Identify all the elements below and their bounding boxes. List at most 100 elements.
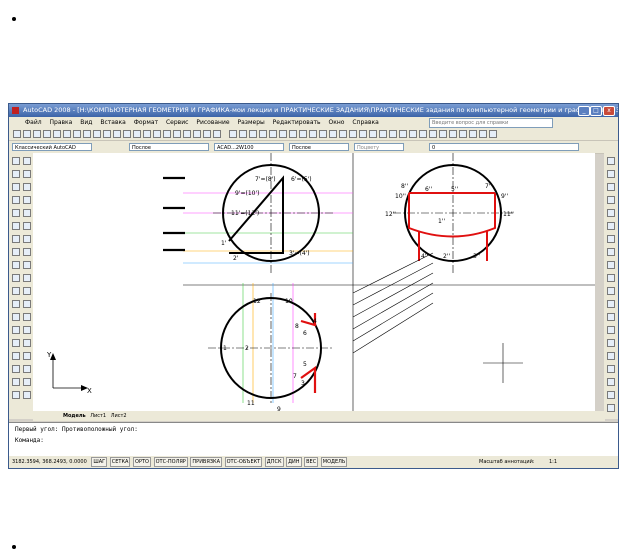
command-prompt[interactable]: Команда: bbox=[15, 437, 44, 444]
toolbar-icon[interactable] bbox=[349, 130, 357, 138]
toolbar-icon[interactable] bbox=[439, 130, 447, 138]
draw-tool-icon[interactable] bbox=[12, 222, 20, 230]
toolbar-icon[interactable] bbox=[103, 130, 111, 138]
toolbar-icon[interactable] bbox=[339, 130, 347, 138]
osnap-toggle[interactable]: ПРИВЯЗКА bbox=[190, 457, 223, 467]
toolbar-icon[interactable] bbox=[409, 130, 417, 138]
modify-tool-icon[interactable] bbox=[607, 287, 615, 295]
modify-tool-icon[interactable] bbox=[607, 209, 615, 217]
otrack-toggle[interactable]: ОТС-ОБЪЕКТ bbox=[224, 457, 263, 467]
modify-tool-icon[interactable] bbox=[607, 391, 615, 399]
model-toggle[interactable]: МОДЕЛЬ bbox=[320, 457, 348, 467]
menu-insert[interactable]: Вставка bbox=[100, 119, 125, 126]
toolbar-icon[interactable] bbox=[203, 130, 211, 138]
modify-tool-icon[interactable] bbox=[607, 235, 615, 243]
lweight-toggle[interactable]: ВЕС bbox=[304, 457, 319, 467]
toolbar-icon[interactable] bbox=[193, 130, 201, 138]
toolbar-icon[interactable] bbox=[479, 130, 487, 138]
toolbar-icon[interactable] bbox=[309, 130, 317, 138]
draw-tool-icon[interactable] bbox=[12, 300, 20, 308]
toolbar-icon[interactable] bbox=[329, 130, 337, 138]
toolbar-icon[interactable] bbox=[249, 130, 257, 138]
linetype-dropdown[interactable]: ACAD...2W100 bbox=[214, 143, 284, 151]
draw-tool-icon[interactable] bbox=[23, 235, 31, 243]
draw-tool-icon[interactable] bbox=[23, 170, 31, 178]
close-button[interactable]: x bbox=[603, 106, 615, 116]
draw-tool-icon[interactable] bbox=[12, 274, 20, 282]
toolbar-icon[interactable] bbox=[289, 130, 297, 138]
modify-tool-icon[interactable] bbox=[607, 352, 615, 360]
draw-tool-icon[interactable] bbox=[23, 300, 31, 308]
model-space-canvas[interactable]: 7'=(8') 6'=(5') 9'=(10') 11'=(12') 1' 2' 3'=(4… bbox=[33, 153, 595, 413]
layer-dropdown[interactable]: Послое bbox=[129, 143, 209, 151]
toolbar-icon[interactable] bbox=[53, 130, 61, 138]
modify-tool-icon[interactable] bbox=[607, 274, 615, 282]
layer-state-dropdown[interactable]: 0 bbox=[429, 143, 579, 151]
toolbar-icon[interactable] bbox=[279, 130, 287, 138]
draw-tool-icon[interactable] bbox=[12, 170, 20, 178]
modify-tool-icon[interactable] bbox=[607, 183, 615, 191]
toolbar-icon[interactable] bbox=[153, 130, 161, 138]
modify-tool-icon[interactable] bbox=[607, 222, 615, 230]
modify-tool-icon[interactable] bbox=[607, 261, 615, 269]
toolbar-icon[interactable] bbox=[269, 130, 277, 138]
draw-tool-icon[interactable] bbox=[23, 248, 31, 256]
toolbar-icon[interactable] bbox=[43, 130, 51, 138]
draw-tool-icon[interactable] bbox=[12, 157, 20, 165]
draw-tool-icon[interactable] bbox=[23, 378, 31, 386]
toolbar-icon[interactable] bbox=[359, 130, 367, 138]
toolbar-icon[interactable] bbox=[93, 130, 101, 138]
draw-tool-icon[interactable] bbox=[23, 183, 31, 191]
draw-tool-icon[interactable] bbox=[23, 313, 31, 321]
toolbar-icon[interactable] bbox=[23, 130, 31, 138]
modify-tool-icon[interactable] bbox=[607, 157, 615, 165]
draw-tool-icon[interactable] bbox=[23, 274, 31, 282]
toolbar-icon[interactable] bbox=[239, 130, 247, 138]
modify-tool-icon[interactable] bbox=[607, 248, 615, 256]
menu-dimension[interactable]: Размеры bbox=[237, 119, 264, 126]
draw-tool-icon[interactable] bbox=[23, 157, 31, 165]
menu-file[interactable]: Файл bbox=[25, 119, 42, 126]
toolbar-icon[interactable] bbox=[489, 130, 497, 138]
toolbar-icon[interactable] bbox=[389, 130, 397, 138]
menu-window[interactable]: Окно bbox=[328, 119, 344, 126]
modify-tool-icon[interactable] bbox=[607, 313, 615, 321]
modify-tool-icon[interactable] bbox=[607, 326, 615, 334]
snap-toggle[interactable]: ШАГ bbox=[91, 457, 108, 467]
toolbar-icon[interactable] bbox=[369, 130, 377, 138]
draw-tool-icon[interactable] bbox=[12, 287, 20, 295]
toolbar-icon[interactable] bbox=[63, 130, 71, 138]
toolbar-icon[interactable] bbox=[83, 130, 91, 138]
ducs-toggle[interactable]: ДПСК bbox=[264, 457, 284, 467]
draw-tool-icon[interactable] bbox=[23, 287, 31, 295]
draw-tool-icon[interactable] bbox=[23, 196, 31, 204]
draw-tool-icon[interactable] bbox=[23, 352, 31, 360]
modify-tool-icon[interactable] bbox=[607, 300, 615, 308]
tab-model[interactable]: Модель bbox=[63, 413, 86, 419]
draw-tool-icon[interactable] bbox=[12, 313, 20, 321]
menu-format[interactable]: Формат bbox=[134, 119, 158, 126]
help-search-input[interactable]: Введите вопрос для справки bbox=[429, 118, 553, 128]
draw-tool-icon[interactable] bbox=[23, 391, 31, 399]
toolbar-icon[interactable] bbox=[229, 130, 237, 138]
modify-tool-icon[interactable] bbox=[607, 170, 615, 178]
toolbar-icon[interactable] bbox=[183, 130, 191, 138]
menu-draw[interactable]: Рисование bbox=[196, 119, 229, 126]
draw-tool-icon[interactable] bbox=[12, 352, 20, 360]
toolbar-icon[interactable] bbox=[163, 130, 171, 138]
minimize-button[interactable]: _ bbox=[578, 106, 590, 116]
plotstyle-dropdown[interactable]: Поцвету bbox=[354, 143, 404, 151]
draw-tool-icon[interactable] bbox=[23, 365, 31, 373]
draw-tool-icon[interactable] bbox=[12, 339, 20, 347]
draw-tool-icon[interactable] bbox=[23, 326, 31, 334]
draw-tool-icon[interactable] bbox=[12, 365, 20, 373]
toolbar-icon[interactable] bbox=[429, 130, 437, 138]
polar-toggle[interactable]: ОТС-ПОЛЯР bbox=[153, 457, 188, 467]
draw-tool-icon[interactable] bbox=[12, 235, 20, 243]
toolbar-icon[interactable] bbox=[419, 130, 427, 138]
draw-tool-icon[interactable] bbox=[23, 209, 31, 217]
toolbar-icon[interactable] bbox=[299, 130, 307, 138]
menu-help[interactable]: Справка bbox=[352, 119, 378, 126]
ortho-toggle[interactable]: ОРТО bbox=[133, 457, 151, 467]
toolbar-icon[interactable] bbox=[399, 130, 407, 138]
